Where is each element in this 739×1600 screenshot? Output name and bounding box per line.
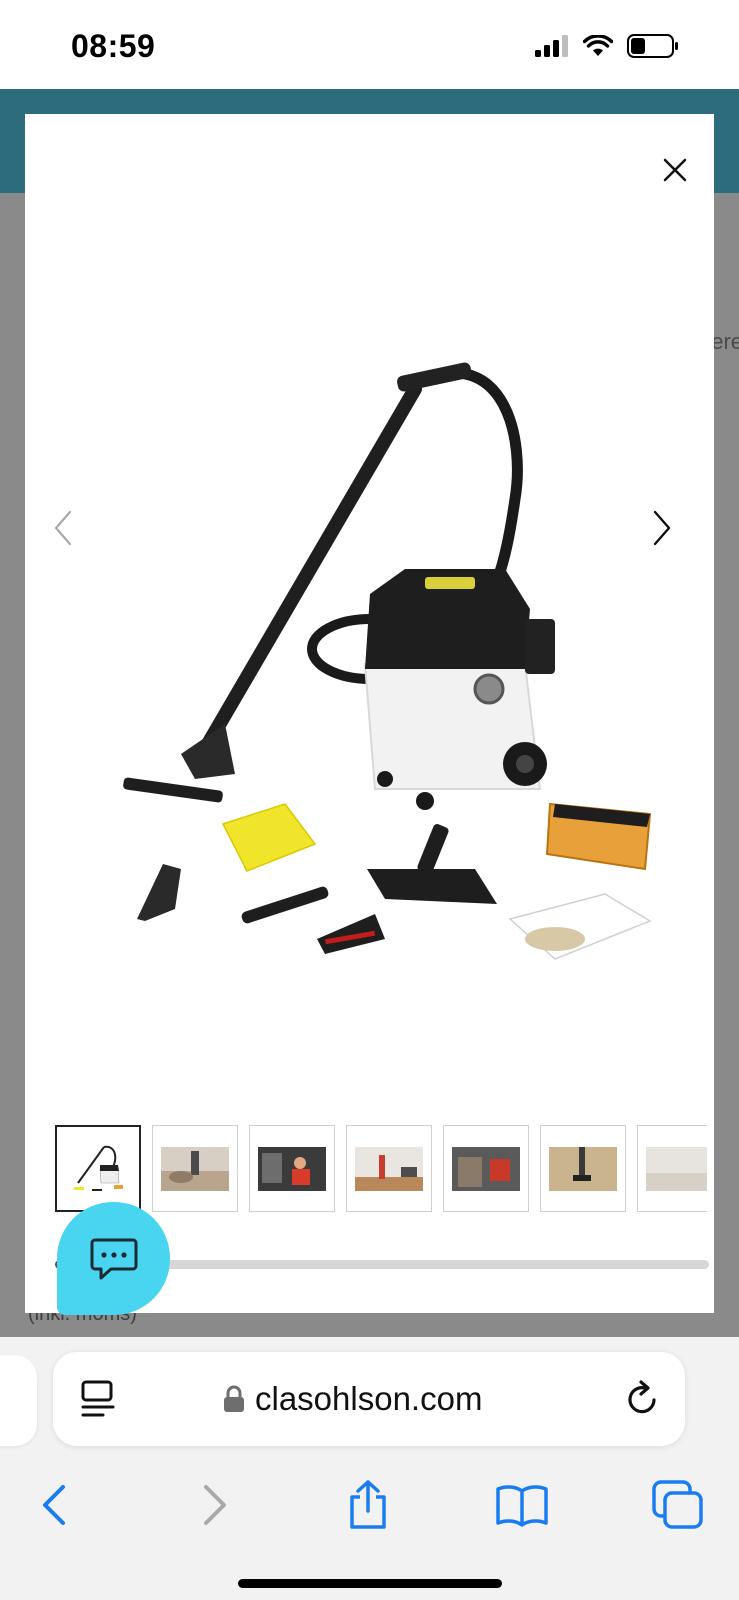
thumbnail-2[interactable] (152, 1125, 238, 1212)
bookmarks-button[interactable] (492, 1475, 552, 1535)
cellular-signal-icon (535, 35, 568, 57)
car-seat-cleaning-photo-thumbnail (258, 1146, 326, 1191)
thumbnail-5[interactable] (443, 1125, 529, 1212)
background-side-text: ere (711, 329, 739, 354)
image-gallery-modal (25, 114, 714, 1313)
floor-cleaning-photo-thumbnail (549, 1146, 617, 1191)
carpet-photo-thumbnail (646, 1146, 707, 1191)
share-icon (350, 1480, 386, 1529)
thumbnail-3[interactable] (249, 1125, 335, 1212)
thumbnail-strip (55, 1125, 707, 1215)
browser-toolbar (0, 1465, 739, 1545)
url-text: clasohlson.com (255, 1380, 483, 1417)
close-button[interactable] (657, 152, 693, 188)
wifi-icon (583, 35, 613, 56)
reload-button[interactable] (623, 1380, 661, 1418)
share-button[interactable] (338, 1475, 398, 1535)
reader-mode-icon (81, 1380, 115, 1417)
bookmarks-icon (496, 1485, 548, 1527)
back-icon (43, 1485, 65, 1525)
tabs-button[interactable] (648, 1475, 708, 1535)
home-indicator (238, 1579, 502, 1588)
address-bar[interactable]: clasohlson.com (53, 1352, 685, 1446)
thumbnail-6[interactable] (540, 1125, 626, 1212)
battery-icon (627, 34, 678, 58)
tabs-icon (652, 1480, 703, 1529)
status-icons (535, 34, 679, 58)
lock-icon (224, 1385, 244, 1412)
reload-icon (628, 1380, 656, 1414)
previous-image-button[interactable] (43, 498, 83, 558)
sofa-cleaning-photo-thumbnail (161, 1146, 229, 1191)
status-bar: 08:59 (0, 0, 739, 89)
chevron-left-icon (54, 510, 72, 546)
thumbnail-4[interactable] (346, 1125, 432, 1212)
main-product-image (123, 362, 652, 960)
thumbnail-1[interactable] (55, 1125, 141, 1212)
room-vacuuming-photo-thumbnail (355, 1146, 423, 1191)
close-icon (663, 158, 687, 182)
vacuum-product-thumbnail (74, 1145, 123, 1191)
thumbnail-7[interactable] (637, 1125, 707, 1212)
car-interior-photo-thumbnail (452, 1146, 520, 1191)
forward-button[interactable] (185, 1475, 245, 1535)
forward-icon (204, 1485, 226, 1525)
url-display[interactable]: clasohlson.com (223, 1380, 482, 1418)
back-button[interactable] (24, 1475, 84, 1535)
reader-mode-button[interactable] (81, 1380, 117, 1418)
status-time: 08:59 (71, 28, 156, 64)
chat-button[interactable] (57, 1202, 170, 1315)
chat-bubble-icon (90, 1238, 137, 1279)
browser-chrome: clasohlson.com (0, 1337, 739, 1600)
previous-tab-peek[interactable] (0, 1355, 37, 1446)
